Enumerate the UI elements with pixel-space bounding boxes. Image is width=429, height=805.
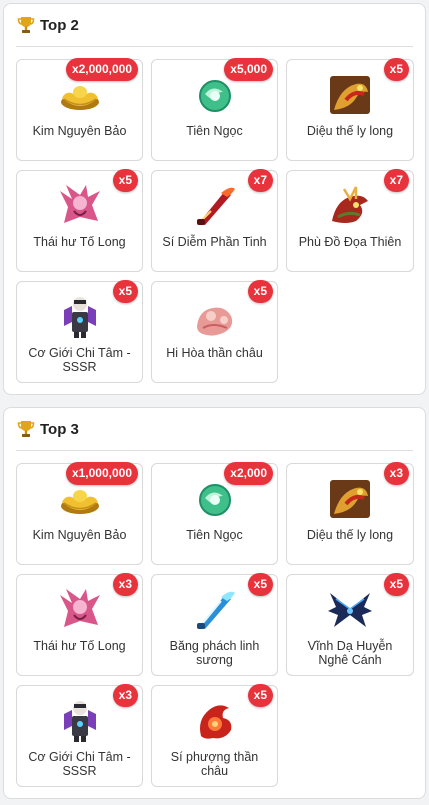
reward-card-dieu-the-ly-long[interactable]: x5 Diệu thế ly long <box>286 58 414 161</box>
dark-wings-icon <box>326 585 374 633</box>
ice-blade-icon <box>191 585 239 633</box>
quantity-badge: x5 <box>383 573 409 596</box>
quantity-badge: x5 <box>247 573 273 596</box>
reward-card-co-gioi-chi-tam[interactable]: x3 Cơ Giới Chi Tâm - SSSR <box>16 684 143 787</box>
pink-dragon-icon <box>56 181 104 229</box>
quantity-badge: x5 <box>247 684 273 707</box>
pink-dragon-icon <box>56 585 104 633</box>
reward-panel-top-3: Top 3 x1,000,000 Kim Nguyên Bảo x2,000 T… <box>3 407 426 799</box>
red-dragon-icon <box>326 181 374 229</box>
reward-name: Diệu thế ly long <box>306 124 394 138</box>
mech-armor-icon <box>56 292 104 340</box>
reward-name: Băng phách linh sương <box>169 639 260 667</box>
reward-grid: x1,000,000 Kim Nguyên Bảo x2,000 Tiên Ng… <box>16 462 414 787</box>
reward-name: Diệu thế ly long <box>306 528 394 542</box>
panel-title: Top 2 <box>40 16 79 34</box>
quantity-badge: x5 <box>247 280 273 303</box>
reward-card-vinh-da-huyen-nghe-canh[interactable]: x5 Vĩnh Dạ Huyễn Nghê Cánh <box>286 573 414 676</box>
reward-name: Tiên Ngọc <box>186 528 243 542</box>
reward-card-kim-nguyen-bao[interactable]: x2,000,000 Kim Nguyên Bảo <box>16 58 143 161</box>
quantity-badge: x3 <box>112 684 138 707</box>
reward-panel-top-2: Top 2 x2,000,000 Kim Nguyên Bảo x5,000 T… <box>3 3 426 395</box>
reward-name: Kim Nguyên Bảo <box>32 124 127 138</box>
panel-header: Top 3 <box>16 408 413 451</box>
quantity-badge: x1,000,000 <box>65 462 138 485</box>
reward-name: Thái hư Tố Long <box>33 639 126 653</box>
reward-card-co-gioi-chi-tam[interactable]: x5 Cơ Giới Chi Tâm - SSSR <box>16 280 143 383</box>
reward-card-kim-nguyen-bao[interactable]: x1,000,000 Kim Nguyên Bảo <box>16 462 143 565</box>
reward-name: Phù Đồ Đọa Thiên <box>298 235 402 249</box>
trophy-icon <box>16 419 36 439</box>
quantity-badge: x3 <box>383 462 409 485</box>
reward-grid: x2,000,000 Kim Nguyên Bảo x5,000 Tiên Ng… <box>16 58 414 383</box>
reward-name: Vĩnh Dạ Huyễn Nghê Cánh <box>307 639 393 667</box>
dragon-mount-icon <box>326 70 374 118</box>
reward-card-phu-do-doa-thien[interactable]: x7 Phù Đồ Đọa Thiên <box>286 169 414 272</box>
quantity-badge: x2,000 <box>224 462 273 485</box>
panel-header: Top 2 <box>16 4 413 47</box>
quantity-badge: x2,000,000 <box>65 58 138 81</box>
pink-spirit-icon <box>191 292 239 340</box>
panel-title: Top 3 <box>40 420 79 438</box>
dragon-mount-icon <box>326 474 374 522</box>
reward-card-dieu-the-ly-long[interactable]: x3 Diệu thế ly long <box>286 462 414 565</box>
reward-name: Thái hư Tố Long <box>33 235 126 249</box>
reward-name: Cơ Giới Chi Tâm - SSSR <box>28 750 131 778</box>
mech-armor-icon <box>56 696 104 744</box>
reward-name: Hi Hòa thần châu <box>166 346 263 360</box>
reward-name: Tiên Ngọc <box>186 124 243 138</box>
reward-name: Cơ Giới Chi Tâm - SSSR <box>28 346 131 374</box>
reward-card-tien-ngoc[interactable]: x2,000 Tiên Ngọc <box>151 462 278 565</box>
fire-phoenix-icon <box>191 696 239 744</box>
quantity-badge: x5 <box>112 169 138 192</box>
quantity-badge: x7 <box>383 169 409 192</box>
reward-card-si-phuong-than-chau[interactable]: x5 Sí phượng thần châu <box>151 684 278 787</box>
quantity-badge: x5 <box>112 280 138 303</box>
reward-card-si-diem-phan-tinh[interactable]: x7 Sí Diễm Phần Tinh <box>151 169 278 272</box>
quantity-badge: x5 <box>383 58 409 81</box>
reward-name: Sí phượng thần châu <box>170 750 259 778</box>
quantity-badge: x5,000 <box>224 58 273 81</box>
reward-card-bang-phach-linh-suong[interactable]: x5 Băng phách linh sương <box>151 573 278 676</box>
reward-card-tien-ngoc[interactable]: x5,000 Tiên Ngọc <box>151 58 278 161</box>
flame-blade-icon <box>191 181 239 229</box>
reward-name: Kim Nguyên Bảo <box>32 528 127 542</box>
reward-card-hi-hoa-than-chau[interactable]: x5 Hi Hòa thần châu <box>151 280 278 383</box>
quantity-badge: x3 <box>112 573 138 596</box>
quantity-badge: x7 <box>247 169 273 192</box>
trophy-icon <box>16 15 36 35</box>
reward-name: Sí Diễm Phần Tinh <box>162 235 267 249</box>
reward-card-thai-hu-to-long[interactable]: x3 Thái hư Tố Long <box>16 573 143 676</box>
reward-card-thai-hu-to-long[interactable]: x5 Thái hư Tố Long <box>16 169 143 272</box>
